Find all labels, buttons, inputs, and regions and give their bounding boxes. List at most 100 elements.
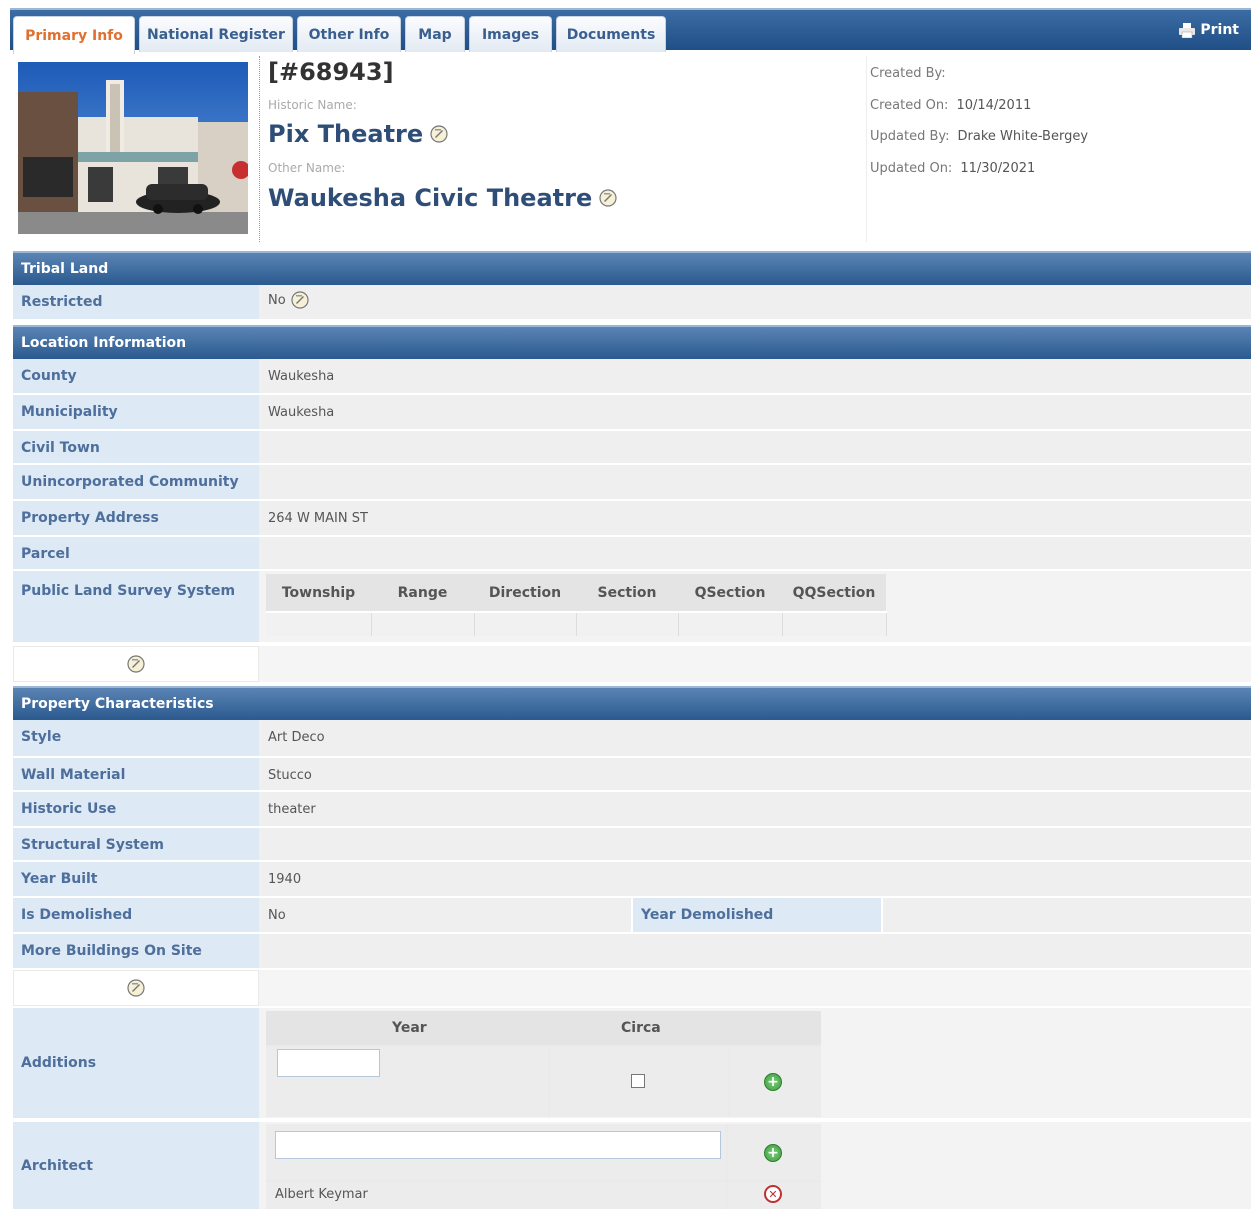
is-demolished-label: Is Demolished (13, 898, 259, 932)
row-wall-material: Wall Material Stucco (13, 758, 1251, 792)
updated-by-value: Drake White-Bergey (957, 129, 1089, 144)
tab-other-info[interactable]: Other Info (297, 16, 401, 52)
restricted-label: Restricted (13, 285, 259, 319)
updated-by: Updated By: Drake White-Bergey (870, 129, 1088, 144)
row-civil-town: Civil Town (13, 431, 1251, 465)
plss-range-cell (371, 611, 475, 636)
structural-system-value (259, 828, 1251, 860)
other-name-label: Other Name: (268, 161, 346, 175)
edit-note-icon[interactable] (290, 290, 310, 310)
county-value: Waukesha (259, 359, 1251, 393)
plss-qsection-header: QSection (678, 574, 782, 612)
plss-range-header: Range (371, 574, 474, 612)
additions-circa-header: Circa (621, 1020, 661, 1036)
print-label: Print (1200, 22, 1239, 38)
is-demolished-value: No (259, 898, 631, 932)
architect-label: Architect (13, 1122, 259, 1209)
row-parcel: Parcel (13, 537, 1251, 571)
year-demolished-value (883, 898, 1251, 932)
other-name-text: Waukesha Civic Theatre (268, 184, 593, 212)
wall-material-value: Stucco (259, 758, 1251, 790)
characteristics-edit-fill (259, 970, 1251, 1006)
row-year-built: Year Built 1940 (13, 862, 1251, 898)
created-on-label: Created On: (870, 98, 949, 113)
plss-section-cell (576, 611, 679, 636)
updated-on-value: 11/30/2021 (960, 161, 1036, 176)
add-architect-button[interactable]: + (764, 1144, 782, 1162)
addition-circa-checkbox[interactable] (631, 1074, 645, 1088)
tab-national-register[interactable]: National Register (139, 16, 293, 52)
green-plus-icon: + (767, 1145, 779, 1161)
address-label: Property Address (13, 501, 259, 535)
county-label: County (13, 359, 259, 393)
section-tribal-land: Tribal Land (13, 251, 1251, 285)
delete-architect-button[interactable]: ✕ (764, 1185, 782, 1203)
more-buildings-label: More Buildings On Site (13, 934, 259, 968)
section-location-information: Location Information (13, 325, 1251, 359)
tab-primary-info[interactable]: Primary Info (13, 16, 135, 54)
updated-on-label: Updated On: (870, 161, 953, 176)
plss-section-header: Section (576, 574, 678, 612)
add-addition-button[interactable]: + (764, 1073, 782, 1091)
tab-documents[interactable]: Documents (556, 16, 666, 52)
wall-material-label: Wall Material (13, 758, 259, 790)
printer-icon (1179, 22, 1196, 38)
edit-note-icon[interactable] (598, 188, 618, 208)
row-structural-system: Structural System (13, 828, 1251, 862)
year-built-label: Year Built (13, 862, 259, 896)
year-built-value: 1940 (259, 862, 1251, 896)
row-historic-use: Historic Use theater (13, 792, 1251, 828)
created-on-value: 10/14/2011 (956, 98, 1032, 113)
unincorporated-label: Unincorporated Community (13, 465, 259, 499)
style-label: Style (13, 720, 259, 756)
plss-qsection-cell (678, 611, 783, 636)
tab-map[interactable]: Map (405, 16, 465, 52)
print-button[interactable]: Print (1179, 22, 1239, 38)
green-plus-icon: + (767, 1074, 779, 1090)
property-photo[interactable] (18, 62, 248, 234)
restricted-value: No (259, 285, 1251, 319)
additions-label: Additions (13, 1008, 259, 1118)
plss-township-header: Township (266, 574, 371, 612)
plss-table: Township Range Direction Section QSectio… (266, 574, 887, 636)
plss-qqsection-header: QQSection (782, 574, 886, 612)
edit-note-icon[interactable] (126, 978, 146, 998)
additions-header-row (266, 1011, 821, 1045)
plss-direction-cell (474, 611, 577, 636)
address-value: 264 W MAIN ST (259, 501, 1251, 535)
row-style: Style Art Deco (13, 720, 1251, 758)
row-county: County Waukesha (13, 359, 1251, 395)
municipality-value: Waukesha (259, 395, 1251, 429)
created-by: Created By: (870, 66, 954, 81)
structural-system-label: Structural System (13, 828, 259, 860)
civil-town-label: Civil Town (13, 431, 259, 463)
addition-year-input[interactable] (277, 1049, 380, 1077)
historic-use-label: Historic Use (13, 792, 259, 826)
unincorporated-value (259, 465, 1251, 499)
historic-name: Pix Theatre (268, 120, 449, 148)
historic-name-label: Historic Name: (268, 98, 357, 112)
other-name: Waukesha Civic Theatre (268, 184, 618, 212)
row-property-address: Property Address 264 W MAIN ST (13, 501, 1251, 537)
year-demolished-label: Year Demolished (633, 898, 881, 932)
parcel-value (259, 537, 1251, 569)
edit-note-icon[interactable] (126, 654, 146, 674)
theatre-photo-image (18, 62, 248, 234)
more-buildings-value (259, 934, 1251, 968)
updated-by-label: Updated By: (870, 129, 950, 144)
historic-name-text: Pix Theatre (268, 120, 424, 148)
plss-label: Public Land Survey System (13, 571, 259, 642)
tab-images[interactable]: Images (469, 16, 552, 52)
architect-input[interactable] (275, 1131, 721, 1159)
plss-qqsection-cell (782, 611, 887, 636)
site-id: [#68943] (268, 58, 394, 86)
architect-name: Albert Keymar (275, 1187, 368, 1202)
meta-separator (866, 56, 867, 242)
row-restricted: Restricted No (13, 285, 1251, 321)
created-on: Created On: 10/14/2011 (870, 98, 1031, 113)
plss-township-cell (266, 611, 372, 636)
style-value: Art Deco (259, 720, 1251, 756)
location-edit-fill (259, 646, 1251, 682)
edit-note-icon[interactable] (429, 124, 449, 144)
row-is-demolished: Is Demolished No Year Demolished (13, 898, 1251, 934)
